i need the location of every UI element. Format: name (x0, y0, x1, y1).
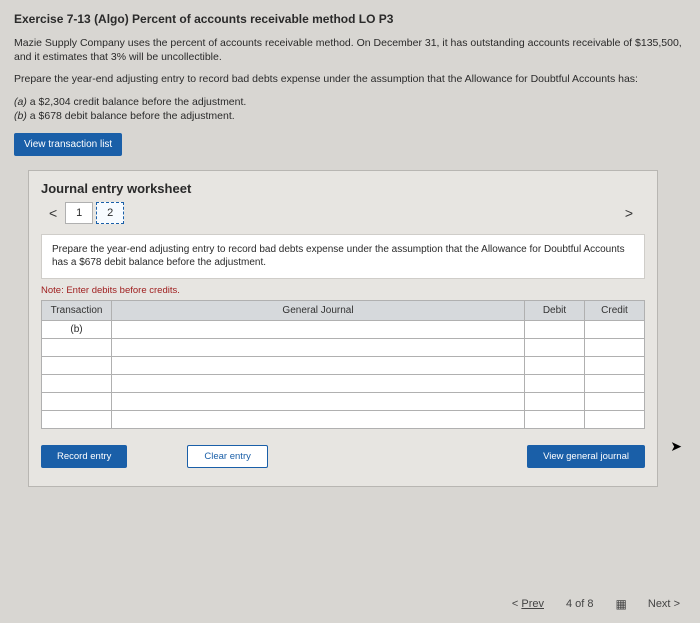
header-transaction: Transaction (42, 300, 112, 320)
next-button[interactable]: Next > (648, 598, 680, 610)
cell-transaction: (b) (42, 320, 112, 338)
option-b-text: a $678 debit balance before the adjustme… (27, 110, 235, 122)
option-a-text: a $2,304 credit balance before the adjus… (27, 96, 246, 108)
header-debit: Debit (525, 300, 585, 320)
problem-option-a: (a) a $2,304 credit balance before the a… (14, 95, 686, 109)
prev-button[interactable]: < Prev (512, 598, 544, 610)
cell-general-journal[interactable] (112, 320, 525, 338)
cell-credit[interactable] (585, 320, 645, 338)
step-nav: < 1 2 > (41, 202, 645, 224)
step-1[interactable]: 1 (65, 202, 93, 224)
note-text: Note: Enter debits before credits. (41, 285, 645, 296)
pager-footer: < Prev 4 of 8 ▦ Next > (512, 597, 680, 611)
view-general-journal-button[interactable]: View general journal (527, 445, 645, 468)
option-b-label: (b) (14, 110, 27, 122)
problem-paragraph-2: Prepare the year-end adjusting entry to … (14, 72, 686, 86)
journal-entry-worksheet: Journal entry worksheet < 1 2 > Prepare … (28, 170, 658, 487)
problem-option-b: (b) a $678 debit balance before the adju… (14, 109, 686, 123)
problem-paragraph-1: Mazie Supply Company uses the percent of… (14, 36, 686, 64)
step-2[interactable]: 2 (96, 202, 124, 224)
instruction-text: Prepare the year-end adjusting entry to … (41, 234, 645, 279)
exercise-title: Exercise 7-13 (Algo) Percent of accounts… (14, 12, 686, 26)
table-row[interactable]: (b) (42, 320, 645, 338)
step-next-chevron[interactable]: > (617, 205, 641, 221)
table-row[interactable] (42, 338, 645, 356)
table-row[interactable] (42, 410, 645, 428)
table-row[interactable] (42, 392, 645, 410)
cell-debit[interactable] (525, 320, 585, 338)
chevron-right-icon: > (674, 598, 680, 610)
header-general-journal: General Journal (112, 300, 525, 320)
option-a-label: (a) (14, 96, 27, 108)
record-entry-button[interactable]: Record entry (41, 445, 127, 468)
next-label: Next (648, 598, 671, 610)
grid-icon[interactable]: ▦ (616, 597, 626, 611)
table-row[interactable] (42, 374, 645, 392)
header-credit: Credit (585, 300, 645, 320)
worksheet-title: Journal entry worksheet (41, 181, 645, 196)
clear-entry-button[interactable]: Clear entry (187, 445, 267, 468)
page-position: 4 of 8 (566, 598, 594, 610)
table-row[interactable] (42, 356, 645, 374)
step-prev-chevron[interactable]: < (41, 205, 65, 221)
view-transaction-list-button[interactable]: View transaction list (14, 133, 122, 156)
cursor-icon: ➤ (670, 438, 682, 455)
chevron-left-icon: < (512, 598, 518, 610)
prev-label: Prev (521, 598, 544, 610)
journal-entry-table: Transaction General Journal Debit Credit… (41, 300, 645, 429)
